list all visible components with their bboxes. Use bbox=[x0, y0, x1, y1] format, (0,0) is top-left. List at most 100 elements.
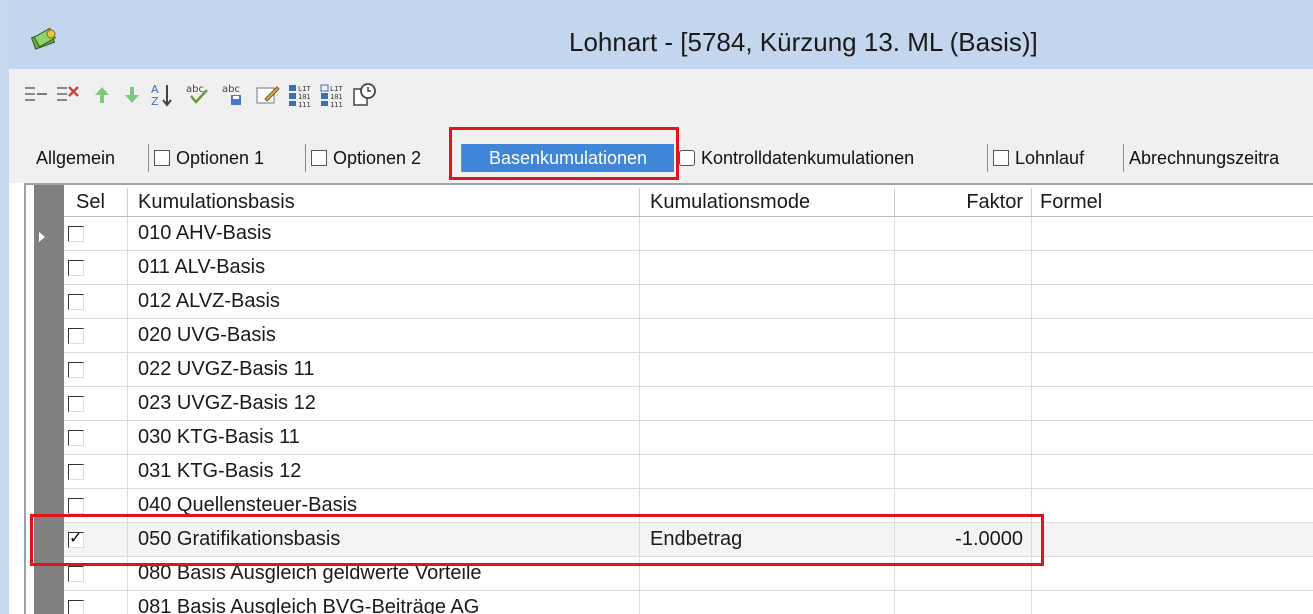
svg-text:LIT: LIT bbox=[298, 85, 311, 93]
tab-lohnlauf[interactable]: Lohnlauf bbox=[991, 144, 1124, 172]
kumulationsmode-cell[interactable] bbox=[640, 353, 895, 387]
sel-checkbox[interactable] bbox=[68, 497, 84, 514]
formel-cell[interactable] bbox=[1032, 421, 1313, 455]
formel-cell[interactable] bbox=[1032, 557, 1313, 591]
kumulationsbasis-cell[interactable]: 023 UVGZ-Basis 12 bbox=[128, 387, 640, 421]
header-label: Formel bbox=[1040, 191, 1103, 213]
insert-row-icon[interactable] bbox=[23, 81, 49, 109]
faktor-cell[interactable] bbox=[895, 387, 1032, 421]
sel-checkbox[interactable] bbox=[68, 225, 84, 242]
kumulationsmode-cell[interactable] bbox=[640, 251, 895, 285]
kumulationsbasis-cell[interactable]: 012 ALVZ-Basis bbox=[128, 285, 640, 319]
sort-az-icon[interactable]: AZ bbox=[149, 81, 175, 109]
sel-cell[interactable] bbox=[64, 387, 128, 421]
sel-cell[interactable] bbox=[64, 217, 128, 251]
binary-grid-icon[interactable]: LIT 101 111 bbox=[287, 81, 313, 109]
column-header-kumulationsbasis[interactable]: Kumulationsbasis bbox=[128, 188, 640, 217]
sel-checkbox[interactable] bbox=[68, 327, 84, 344]
table-row[interactable]: 012 ALVZ-Basis bbox=[64, 285, 1313, 319]
active-tab-annotation-box bbox=[449, 127, 679, 180]
faktor-cell[interactable] bbox=[895, 455, 1032, 489]
kumulationsmode-cell[interactable] bbox=[640, 387, 895, 421]
table-row[interactable]: 020 UVG-Basis bbox=[64, 319, 1313, 353]
move-down-icon[interactable] bbox=[119, 81, 145, 109]
formel-cell[interactable] bbox=[1032, 489, 1313, 523]
formel-cell[interactable] bbox=[1032, 455, 1313, 489]
formel-cell[interactable] bbox=[1032, 319, 1313, 353]
sel-checkbox[interactable] bbox=[68, 259, 84, 276]
kumulationsbasis-cell[interactable]: 031 KTG-Basis 12 bbox=[128, 455, 640, 489]
svg-text:abc: abc bbox=[222, 84, 240, 95]
sel-checkbox[interactable] bbox=[68, 463, 84, 480]
kumulationsbasis-cell[interactable]: 081 Basis Ausgleich BVG-Beiträge AG bbox=[128, 591, 640, 614]
faktor-cell[interactable] bbox=[895, 353, 1032, 387]
tab-label: Lohnlauf bbox=[1015, 147, 1085, 168]
tab-label: Allgemein bbox=[36, 147, 116, 168]
table-row[interactable]: 031 KTG-Basis 12 bbox=[64, 455, 1313, 489]
tab-abrechnungszeitraum[interactable]: Abrechnungszeitra bbox=[1127, 144, 1313, 172]
formel-cell[interactable] bbox=[1032, 285, 1313, 319]
edit-icon[interactable] bbox=[255, 81, 281, 109]
formel-cell[interactable] bbox=[1032, 591, 1313, 614]
table-row[interactable]: 023 UVGZ-Basis 12 bbox=[64, 387, 1313, 421]
spell-save-icon[interactable]: abc bbox=[221, 81, 247, 109]
table-row[interactable]: 010 AHV-Basis bbox=[64, 217, 1313, 251]
tab-optionen-2[interactable]: Optionen 2 bbox=[309, 144, 462, 172]
faktor-cell[interactable] bbox=[895, 217, 1032, 251]
formel-cell[interactable] bbox=[1032, 251, 1313, 285]
sel-cell[interactable] bbox=[64, 285, 128, 319]
kumulationsbasis-cell[interactable]: 011 ALV-Basis bbox=[128, 251, 640, 285]
table-row[interactable]: 081 Basis Ausgleich BVG-Beiträge AG bbox=[64, 591, 1313, 614]
table-row[interactable]: 022 UVGZ-Basis 11 bbox=[64, 353, 1313, 387]
kumulationsmode-cell[interactable] bbox=[640, 319, 895, 353]
column-header-faktor[interactable]: Faktor bbox=[895, 188, 1032, 217]
history-icon[interactable] bbox=[351, 81, 377, 109]
sel-cell[interactable] bbox=[64, 319, 128, 353]
kumulationsbasis-cell[interactable]: 010 AHV-Basis bbox=[128, 217, 640, 251]
column-header-formel[interactable]: Formel bbox=[1032, 188, 1313, 217]
column-header-kumulationsmode[interactable]: Kumulationsmode bbox=[640, 188, 895, 217]
sel-checkbox[interactable] bbox=[68, 293, 84, 310]
faktor-cell[interactable] bbox=[895, 251, 1032, 285]
kumulationsbasis-cell[interactable]: 020 UVG-Basis bbox=[128, 319, 640, 353]
tab-optionen-1[interactable]: Optionen 1 bbox=[152, 144, 306, 172]
sel-cell[interactable] bbox=[64, 251, 128, 285]
spell-check-icon[interactable]: abc bbox=[185, 81, 211, 109]
formel-cell[interactable] bbox=[1032, 217, 1313, 251]
formel-cell[interactable] bbox=[1032, 353, 1313, 387]
sel-cell[interactable] bbox=[64, 455, 128, 489]
sel-checkbox[interactable] bbox=[68, 395, 84, 412]
tab-allgemein[interactable]: Allgemein bbox=[34, 144, 149, 172]
table-row[interactable]: 011 ALV-Basis bbox=[64, 251, 1313, 285]
kumulationsmode-cell[interactable] bbox=[640, 455, 895, 489]
tab-kontrolldatenkumulationen[interactable]: Kontrolldatenkumulationen bbox=[677, 144, 988, 172]
svg-text:Z: Z bbox=[151, 95, 159, 108]
tab-label: Optionen 1 bbox=[176, 147, 265, 168]
faktor-cell[interactable] bbox=[895, 319, 1032, 353]
sel-cell[interactable] bbox=[64, 591, 128, 614]
sel-cell[interactable] bbox=[64, 421, 128, 455]
binary-list-icon[interactable]: LIT 101 111 bbox=[319, 81, 345, 109]
sel-checkbox[interactable] bbox=[68, 565, 84, 582]
kumulationsmode-cell[interactable] bbox=[640, 217, 895, 251]
kumulationsmode-cell[interactable] bbox=[640, 591, 895, 614]
kumulationsmode-cell[interactable] bbox=[640, 285, 895, 319]
formel-cell[interactable] bbox=[1032, 523, 1313, 557]
faktor-cell[interactable] bbox=[895, 285, 1032, 319]
sel-checkbox[interactable] bbox=[68, 599, 84, 614]
table-row[interactable]: 030 KTG-Basis 11 bbox=[64, 421, 1313, 455]
sel-checkbox[interactable] bbox=[68, 361, 84, 378]
kumulationsmode-cell[interactable] bbox=[640, 421, 895, 455]
kumulationsbasis-cell[interactable]: 022 UVGZ-Basis 11 bbox=[128, 353, 640, 387]
formel-cell[interactable] bbox=[1032, 387, 1313, 421]
column-header-sel[interactable]: Sel bbox=[64, 188, 128, 217]
sel-checkbox[interactable] bbox=[68, 429, 84, 446]
delete-row-icon[interactable] bbox=[55, 81, 81, 109]
faktor-cell[interactable] bbox=[895, 591, 1032, 614]
faktor-cell[interactable] bbox=[895, 421, 1032, 455]
sel-cell[interactable] bbox=[64, 353, 128, 387]
move-up-icon[interactable] bbox=[89, 81, 115, 109]
tab-label: Optionen 2 bbox=[333, 147, 422, 168]
kumulationsbasis-cell[interactable]: 030 KTG-Basis 11 bbox=[128, 421, 640, 455]
lohnart-window: Lohnart - [5784, Kürzung 13. ML (Basis)]… bbox=[0, 0, 1313, 614]
